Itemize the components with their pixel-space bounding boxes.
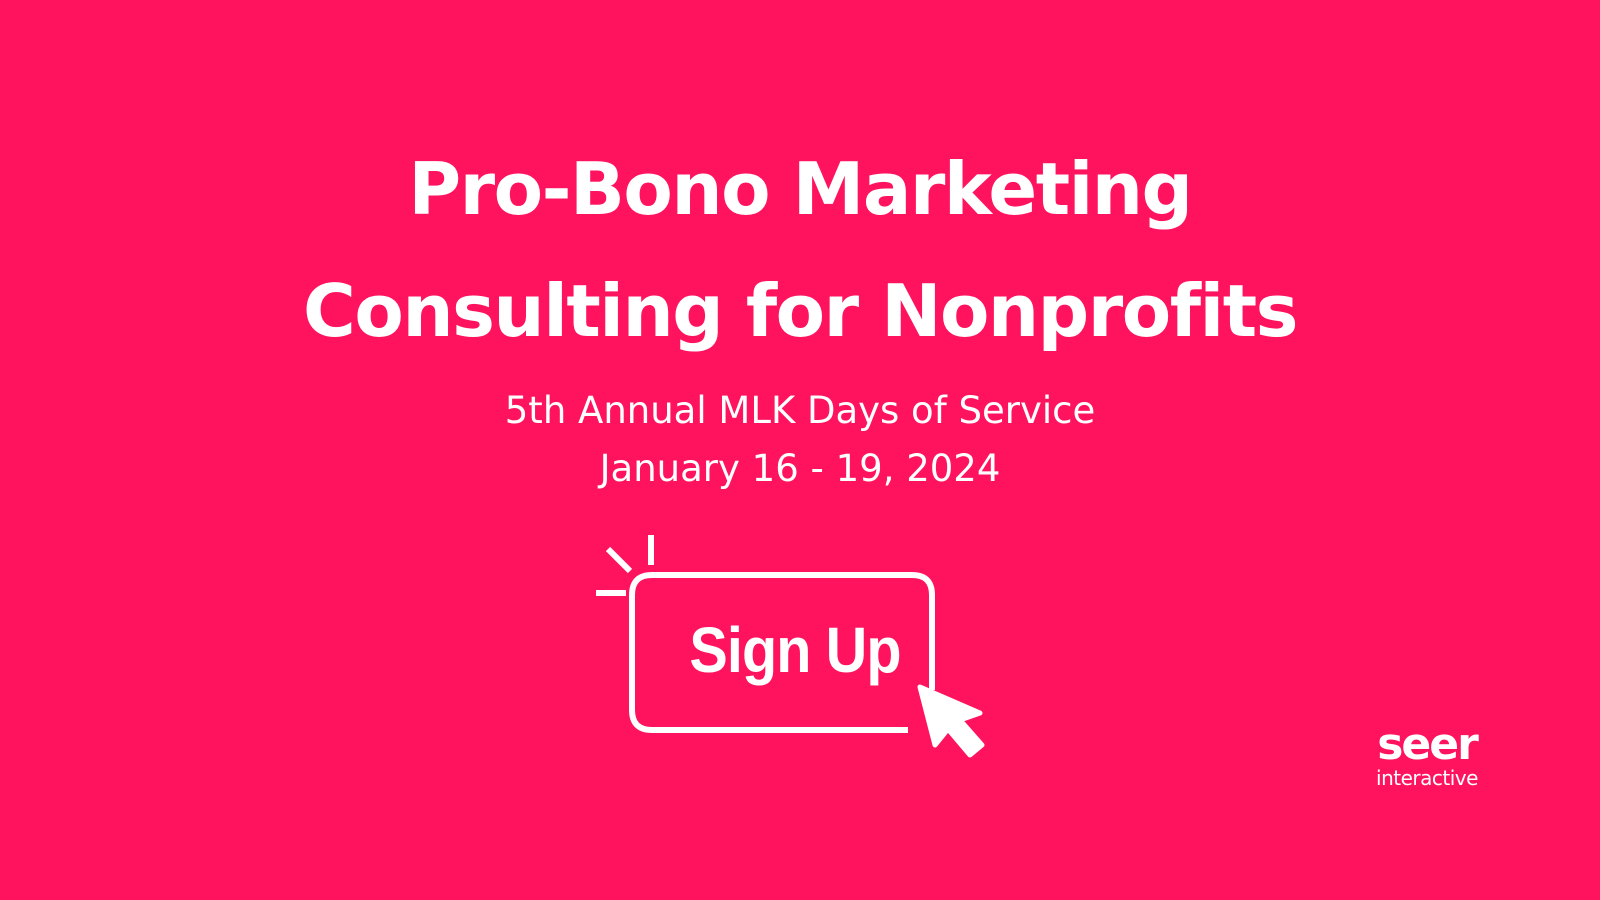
click-burst-icon (596, 535, 654, 596)
event-info: 5th Annual MLK Days of Service January 1… (0, 382, 1600, 498)
seer-interactive-logo: seer interactive (1352, 719, 1502, 791)
headline-line-1: Pro-Bono Marketing (408, 147, 1193, 231)
event-name: 5th Annual MLK Days of Service (504, 389, 1096, 432)
signup-graphic: Sign Up (590, 535, 1010, 780)
logo-brand: seer (1377, 719, 1479, 770)
event-dates: January 16 - 19, 2024 (599, 447, 1001, 490)
headline-line-2: Consulting for Nonprofits (303, 269, 1298, 353)
logo-tagline: interactive (1376, 766, 1478, 790)
promo-banner: { "headline": { "line1": "Pro-Bono Marke… (0, 0, 1600, 900)
signup-button[interactable]: Sign Up (660, 595, 930, 705)
headline: Pro-Bono Marketing Consulting for Nonpro… (0, 128, 1600, 372)
